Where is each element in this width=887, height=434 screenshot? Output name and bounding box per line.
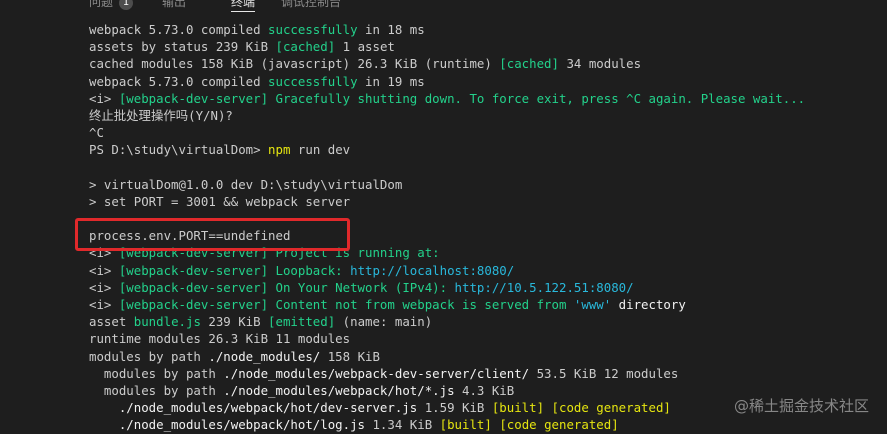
terminal-text-segment: 4.3 KiB: [454, 382, 515, 398]
terminal-text-segment: assets by status 239 KiB: [89, 39, 276, 55]
terminal-text-segment: ./node_modules/webpack-dev-server/client…: [223, 365, 530, 381]
terminal-text-segment: process.env.PORT==undefined: [89, 228, 291, 244]
terminal-line: asset bundle.js 239 KiB [emitted] (name:…: [89, 313, 887, 330]
terminal-line: <i> [webpack-dev-server] Content not fro…: [89, 296, 887, 313]
terminal-text-segment: <i>: [89, 297, 119, 312]
terminal-text-segment: modules by path: [89, 365, 224, 381]
terminal-line: assets by status 239 KiB [cached] 1 asse…: [89, 38, 887, 55]
terminal-text-segment: ^C: [89, 125, 104, 141]
terminal-text-segment: successfully: [268, 22, 358, 37]
terminal-line: webpack 5.73.0 compiled successfully in …: [89, 21, 887, 38]
tab-terminal-label: 终端: [231, 0, 256, 9]
terminal-line: PS D:\study\virtualDom> npm run dev: [89, 141, 887, 158]
terminal-text-segment: asset: [89, 314, 134, 330]
terminal-text-segment: [webpack-dev-server] Content not from we…: [118, 297, 574, 312]
problems-count-badge: 1: [119, 0, 134, 10]
terminal-text-segment: ./node_modules/webpack/hot/log.js: [89, 417, 366, 433]
terminal-text-segment: ./node_modules/: [208, 348, 321, 364]
terminal-text-segment: [webpack-dev-server] Project is running …: [118, 245, 440, 261]
terminal-text-segment: [built]: [491, 400, 545, 416]
watermark: @稀土掘金技术社区: [733, 397, 869, 415]
terminal-text-segment: in 18 ms: [357, 22, 425, 37]
terminal-text-segment: webpack 5.73.0 compiled: [89, 22, 269, 37]
terminal-text-segment: <i>: [89, 90, 119, 106]
terminal-text-segment: 34 modules: [558, 56, 642, 72]
tab-debug-console-label: 调试控制台: [281, 0, 342, 9]
terminal-text-segment: bundle.js: [133, 314, 201, 330]
terminal-line: > set PORT = 3001 && webpack server: [89, 193, 887, 210]
terminal-text-segment: run dev: [290, 142, 351, 158]
terminal-text-segment: [code generated]: [499, 417, 619, 433]
terminal-line: ./node_modules/webpack/hot/log.js 1.34 K…: [89, 416, 887, 433]
terminal-output[interactable]: webpack 5.73.0 compiled successfully in …: [89, 21, 887, 434]
terminal-text-segment: modules by path: [89, 348, 209, 364]
tab-terminal[interactable]: 终端: [231, 0, 256, 12]
terminal-line: cached modules 158 KiB (javascript) 26.3…: [89, 55, 887, 72]
terminal-text-segment: 158 KiB: [320, 348, 380, 364]
terminal-text-segment: [emitted]: [268, 314, 336, 330]
terminal-text-segment: <i>: [89, 262, 119, 278]
terminal-text-segment: 终止批处理操作吗(Y/N)?: [89, 107, 233, 123]
terminal-line: > virtualDom@1.0.0 dev D:\study\virtualD…: [89, 176, 887, 193]
tab-debug-console[interactable]: 调试控制台: [281, 0, 341, 11]
terminal-text-segment: [webpack-dev-server] Gracefully shutting…: [118, 90, 806, 106]
terminal-text-segment: in 19 ms: [357, 73, 425, 89]
terminal-text-segment: directory: [611, 297, 686, 312]
terminal-text-segment: successfully: [268, 73, 358, 89]
terminal-line: runtime modules 26.3 KiB 11 modules: [89, 330, 887, 347]
terminal-text-segment: 53.5 KiB 12 modules: [529, 365, 679, 381]
terminal-text-segment: 'www': [573, 297, 612, 312]
terminal-text-segment: webpack 5.73.0 compiled: [89, 73, 269, 89]
terminal-text-segment: [built]: [439, 417, 492, 433]
terminal-text-segment: <i>: [89, 245, 119, 261]
terminal-text-segment: [cached]: [275, 39, 336, 55]
tab-output[interactable]: 输出: [162, 0, 186, 11]
panel-tab-bar: 问题 1 输出 终端 调试控制台: [0, 0, 887, 14]
terminal-text-segment: http://10.5.122.51:8080/: [454, 279, 634, 295]
terminal-text-segment: 1.59 KiB: [417, 400, 492, 416]
tab-problems[interactable]: 问题 1: [89, 0, 134, 11]
terminal-line: process.env.PORT==undefined: [89, 227, 887, 244]
terminal-text-segment: [webpack-dev-server] Loopback:: [118, 262, 351, 278]
terminal-line: modules by path ./node_modules/webpack-d…: [89, 365, 887, 382]
terminal-line: webpack 5.73.0 compiled successfully in …: [89, 73, 887, 90]
terminal-line: <i> [webpack-dev-server] Project is runn…: [89, 244, 887, 261]
terminal-line: ^C: [89, 124, 887, 141]
terminal-text-segment: ./node_modules/webpack/hot/dev-server.js: [89, 400, 418, 416]
terminal-text-segment: <i>: [89, 279, 119, 295]
terminal-text-segment: npm: [268, 142, 291, 158]
tab-output-label: 输出: [162, 0, 187, 9]
terminal-text-segment: cached modules 158 KiB (javascript) 26.3…: [89, 56, 500, 72]
terminal-text-segment: modules by path: [89, 382, 224, 398]
terminal-text-segment: http://localhost:8080/: [350, 262, 515, 278]
terminal-text-segment: 1.34 KiB: [365, 417, 440, 433]
terminal-text-segment: [code generated]: [551, 400, 671, 416]
terminal-text-segment: [cached]: [499, 56, 559, 72]
terminal-text-segment: (name: main): [335, 314, 433, 330]
active-tab-indicator: [231, 11, 256, 12]
terminal-text-segment: ./node_modules/webpack/hot/*.js: [223, 382, 455, 398]
terminal-line: modules by path ./node_modules/ 158 KiB: [89, 348, 887, 365]
terminal-text-segment: 239 KiB: [200, 314, 269, 330]
terminal-text-segment: runtime modules 26.3 KiB 11 modules: [89, 331, 351, 347]
terminal-line: <i> [webpack-dev-server] On Your Network…: [89, 279, 887, 296]
terminal-text-segment: > set PORT = 3001 && webpack server: [89, 193, 351, 209]
tab-problems-label: 问题: [89, 0, 114, 9]
terminal-line: <i> [webpack-dev-server] Gracefully shut…: [89, 90, 887, 107]
terminal-line: 终止批处理操作吗(Y/N)?: [89, 107, 887, 124]
terminal-text-segment: [webpack-dev-server] On Your Network (IP…: [118, 279, 455, 295]
terminal-line: <i> [webpack-dev-server] Loopback: http:…: [89, 262, 887, 279]
terminal-text-segment: 1 asset: [335, 39, 395, 55]
terminal-text-segment: > virtualDom@1.0.0 dev D:\study\virtualD…: [89, 176, 403, 192]
terminal-text-segment: PS D:\study\virtualDom>: [89, 142, 269, 158]
